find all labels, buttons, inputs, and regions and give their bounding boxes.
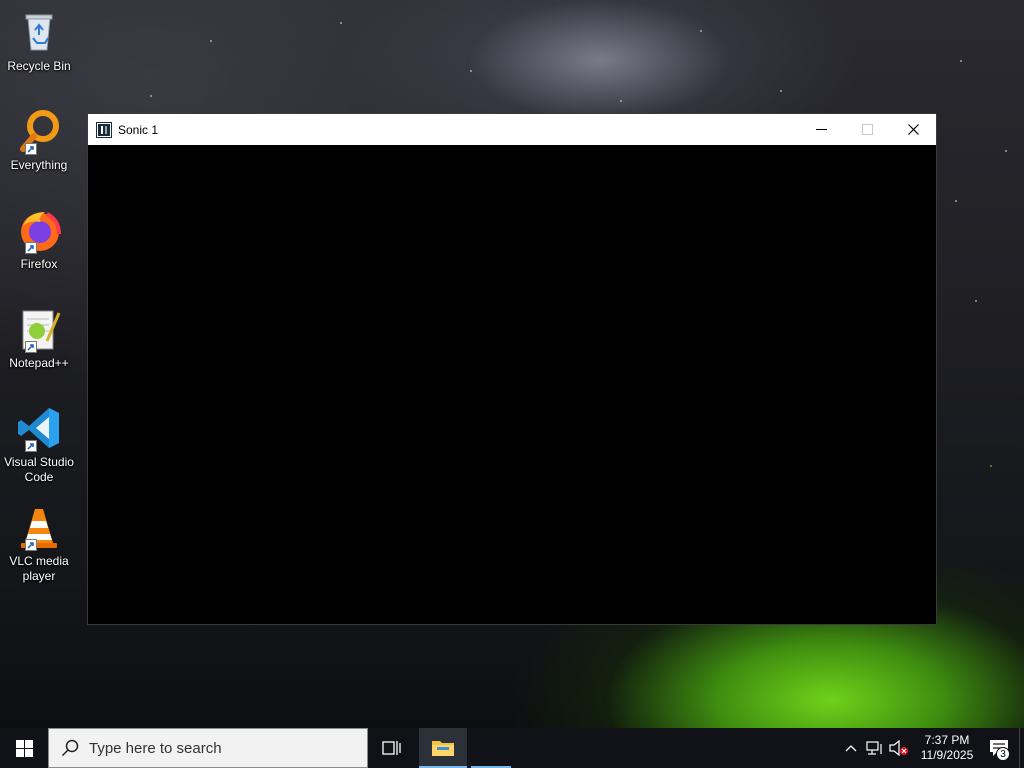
volume-muted-icon — [889, 740, 908, 756]
minimize-icon — [815, 129, 827, 130]
desktop-icon-everything[interactable]: Everything — [2, 101, 76, 189]
show-hidden-icons-button[interactable] — [839, 728, 863, 768]
close-button[interactable] — [890, 114, 936, 145]
desktop-icon-vscode[interactable]: Visual Studio Code — [2, 398, 76, 486]
clock-date: 11/9/2025 — [920, 748, 974, 762]
search-box[interactable]: Type here to search — [48, 728, 368, 768]
desktop-icon-recycle-bin[interactable]: Recycle Bin — [2, 2, 76, 90]
window-title: Sonic 1 — [118, 122, 159, 137]
desktop-icon-label: Notepad++ — [9, 356, 69, 370]
file-explorer-icon — [432, 741, 454, 756]
action-center-button[interactable]: 3 — [979, 728, 1019, 768]
vscode-icon — [15, 404, 63, 452]
system-tray: 7:37 PM 11/9/2025 3 — [839, 728, 1024, 768]
network-icon — [866, 741, 882, 755]
volume-button[interactable] — [887, 728, 911, 768]
recycle-bin-icon — [15, 8, 63, 56]
maximize-icon — [861, 124, 873, 135]
taskbar-sonic-app[interactable] — [467, 728, 515, 768]
vlc-cone-icon — [15, 503, 63, 551]
close-icon — [907, 124, 919, 135]
desktop-icon-label: Recycle Bin — [7, 59, 71, 73]
desktop-icon-label: Visual Studio Code — [4, 455, 74, 484]
taskbar-file-explorer[interactable] — [419, 728, 467, 768]
show-desktop-button[interactable] — [1019, 728, 1024, 768]
network-button[interactable] — [863, 728, 887, 768]
app-icon — [96, 121, 112, 138]
shortcut-arrow-icon — [25, 242, 37, 254]
sonic-window[interactable]: Sonic 1 — [87, 113, 937, 625]
shortcut-arrow-icon — [25, 440, 37, 452]
taskbar: Type here to search 7:37 PM 11/9/2025 3 — [0, 728, 1024, 768]
window-titlebar[interactable]: Sonic 1 — [88, 114, 936, 145]
task-view-icon — [382, 741, 401, 755]
desktop-icon-vlc[interactable]: VLC media player — [2, 497, 76, 585]
game-canvas[interactable] — [88, 145, 936, 624]
clock[interactable]: 7:37 PM 11/9/2025 — [915, 733, 979, 763]
desktop-icon-label: Everything — [10, 158, 68, 172]
maximize-button — [844, 114, 890, 145]
desktop-icon-firefox[interactable]: Firefox — [2, 200, 76, 288]
notification-count-badge: 3 — [996, 747, 1010, 761]
task-view-button[interactable] — [368, 728, 416, 768]
start-button[interactable] — [0, 728, 48, 768]
firefox-icon — [15, 206, 63, 254]
shortcut-arrow-icon — [25, 143, 37, 155]
chevron-up-icon — [845, 745, 857, 752]
windows-logo-icon — [15, 739, 33, 757]
clock-time: 7:37 PM — [924, 733, 970, 747]
shortcut-arrow-icon — [25, 341, 37, 353]
desktop-icon-label: VLC media player — [9, 554, 69, 583]
desktop-icon-notepad-plus-plus[interactable]: Notepad++ — [2, 299, 76, 387]
search-icon — [61, 739, 79, 757]
everything-search-icon — [15, 107, 63, 155]
minimize-button[interactable] — [798, 114, 844, 145]
shortcut-arrow-icon — [25, 539, 37, 551]
notepad-plus-plus-icon — [15, 305, 63, 353]
search-placeholder: Type here to search — [89, 739, 222, 757]
